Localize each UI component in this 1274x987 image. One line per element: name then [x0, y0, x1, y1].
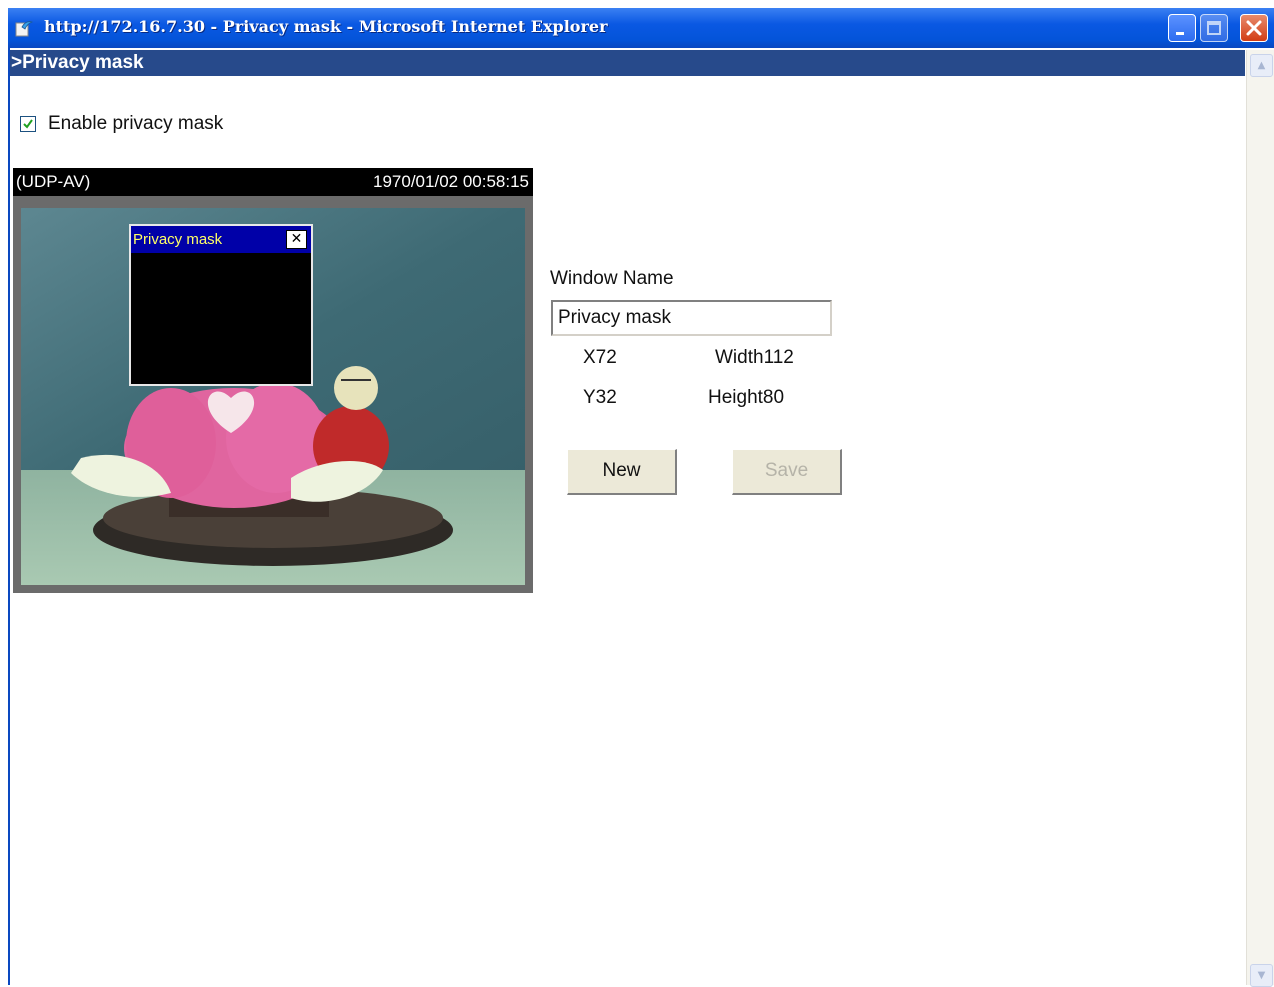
chevron-down-icon: ▼ — [1257, 970, 1266, 981]
checkmark-icon — [23, 119, 33, 129]
maximize-icon — [1207, 21, 1221, 35]
maximize-button[interactable] — [1200, 14, 1228, 42]
video-status-bar: (UDP-AV) 1970/01/02 00:58:15 — [13, 168, 533, 196]
video-protocol: (UDP-AV) — [16, 172, 91, 191]
window-name-input[interactable] — [551, 300, 832, 336]
close-button[interactable] — [1240, 14, 1268, 42]
window-name-label: Window Name — [550, 268, 674, 289]
page-title: >Privacy mask — [10, 50, 1245, 76]
video-timestamp: 1970/01/02 00:58:15 — [373, 172, 529, 191]
vertical-scrollbar[interactable]: ▲ ▼ — [1246, 50, 1274, 987]
new-button[interactable]: New — [567, 449, 677, 495]
window-title: http://172.16.7.30 - Privacy mask - Micr… — [44, 17, 608, 36]
chevron-up-icon: ▲ — [1257, 60, 1266, 71]
close-icon — [1246, 20, 1262, 36]
width-label: Width112 — [715, 347, 794, 368]
save-button[interactable]: Save — [732, 449, 842, 495]
privacy-mask-window-title: Privacy mask — [131, 226, 311, 253]
enable-privacy-mask-label: Enable privacy mask — [48, 113, 224, 134]
scroll-up-button[interactable]: ▲ — [1250, 54, 1273, 77]
camera-image[interactable]: Privacy mask ✕ — [21, 208, 525, 585]
close-icon: ✕ — [290, 231, 303, 247]
window-titlebar[interactable]: http://172.16.7.30 - Privacy mask - Micr… — [8, 8, 1274, 48]
y-coordinate-label: Y32 — [583, 387, 617, 408]
video-viewer: (UDP-AV) 1970/01/02 00:58:15 Privacy mas… — [13, 168, 533, 593]
privacy-mask-window[interactable]: Privacy mask ✕ — [129, 224, 313, 386]
privacy-mask-close-button[interactable]: ✕ — [286, 230, 307, 249]
ie-page-icon — [14, 19, 34, 37]
scroll-down-button[interactable]: ▼ — [1250, 964, 1273, 987]
height-label: Height80 — [708, 387, 785, 408]
minimize-icon — [1176, 32, 1184, 35]
enable-privacy-mask-checkbox[interactable] — [20, 116, 36, 132]
minimize-button[interactable] — [1168, 14, 1196, 42]
browser-content: >Privacy mask ▲ ▼ Enable privacy mask (U… — [8, 48, 1274, 987]
enable-privacy-mask-row[interactable]: Enable privacy mask — [20, 112, 223, 136]
x-coordinate-label: X72 — [583, 347, 617, 368]
